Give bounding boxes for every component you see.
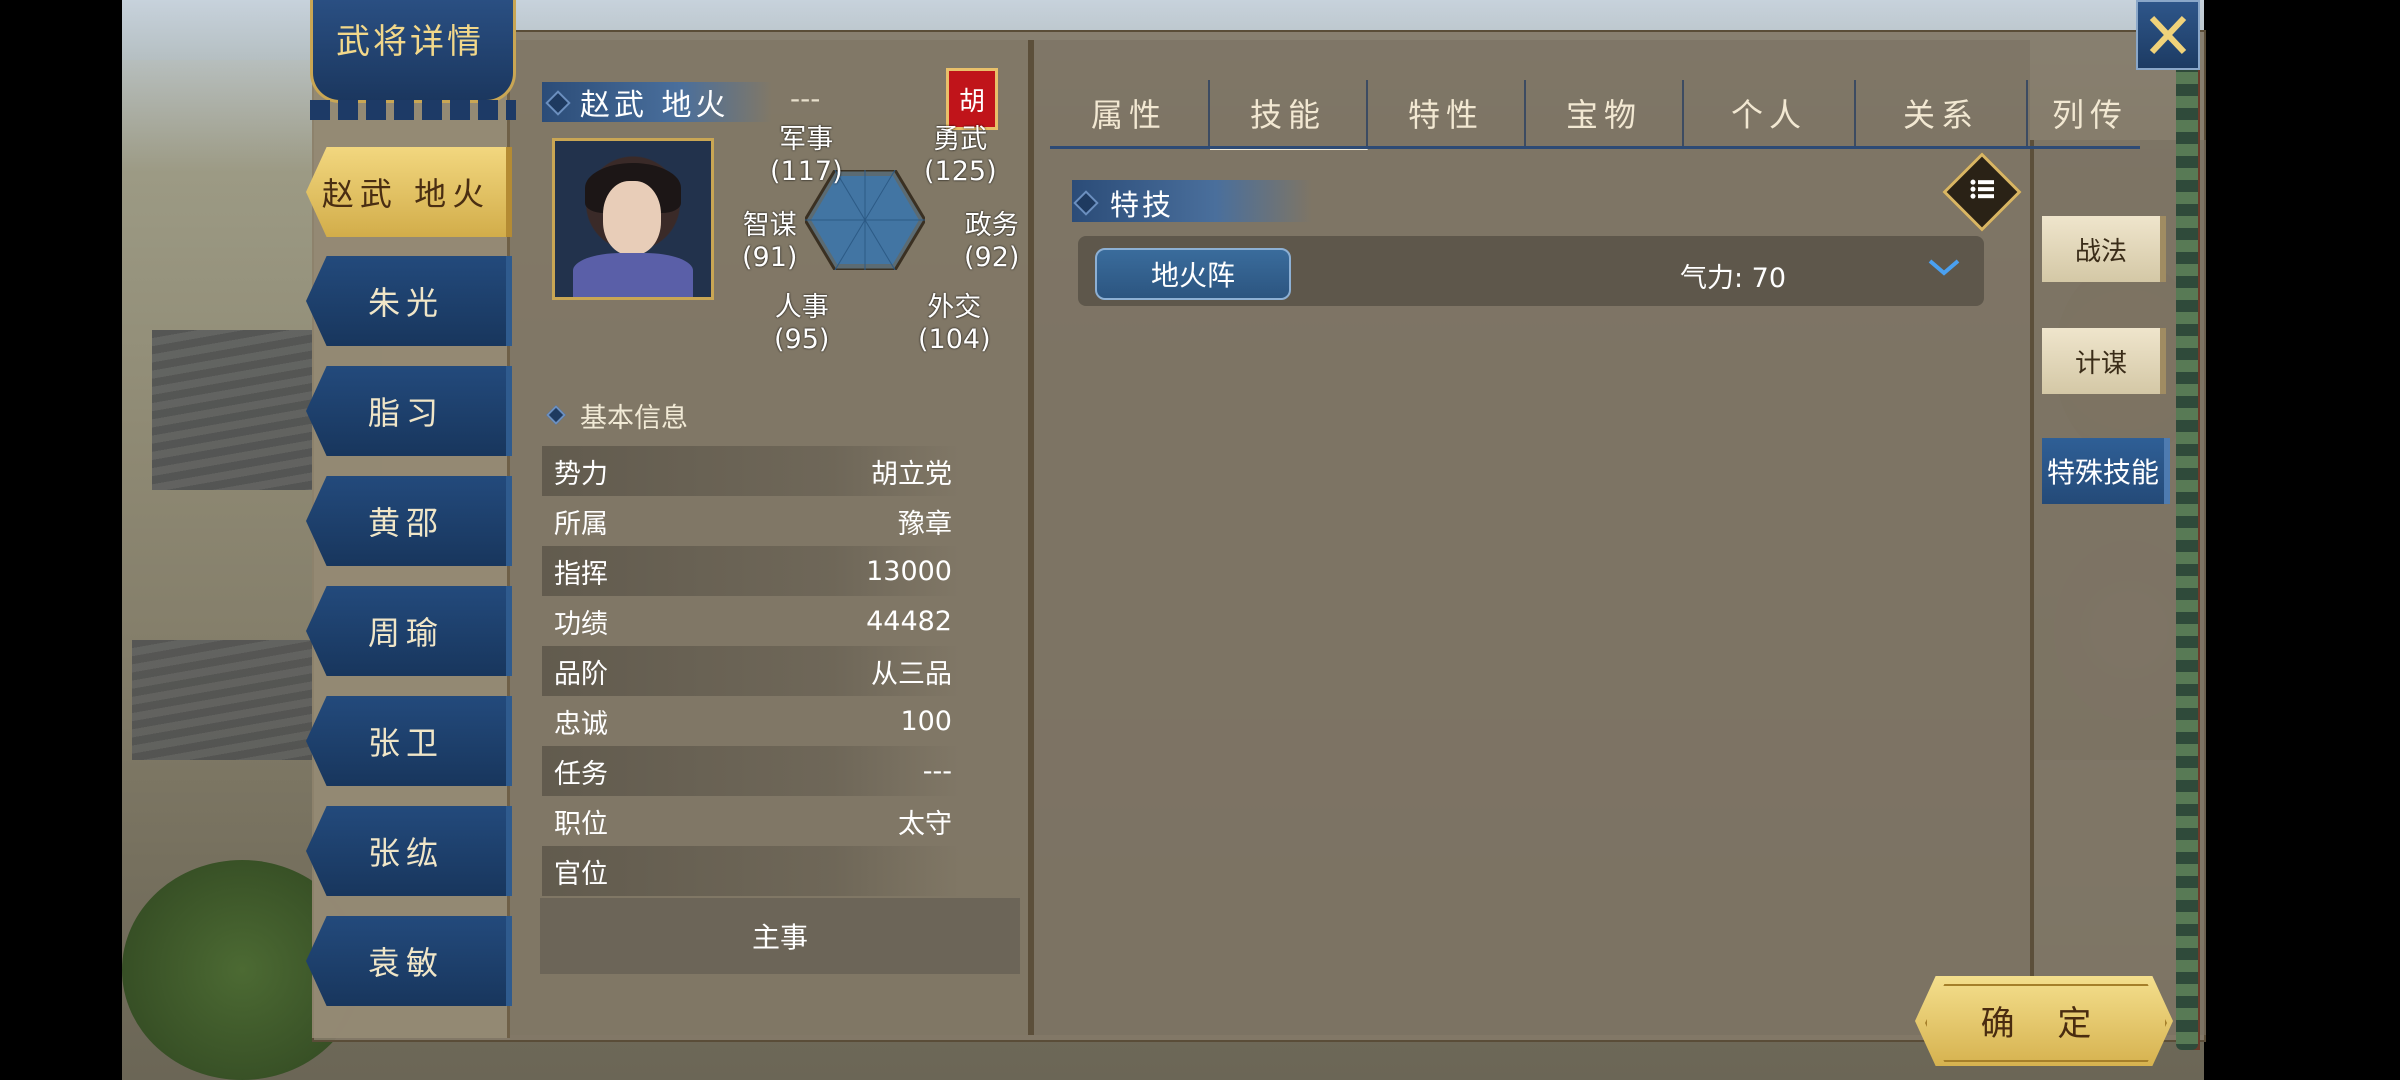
stat-intellect-label: 智谋 — [742, 210, 797, 241]
special-skills-title: 特技 — [1110, 188, 1175, 222]
stat-intellect-value: (91) — [742, 242, 798, 273]
info-value: 豫章 — [898, 508, 952, 540]
officer-list-item-5[interactable]: 张卫 — [306, 696, 512, 786]
stat-valor: 勇武 (125) — [924, 124, 997, 188]
confirm-button[interactable]: 确 定 — [1915, 976, 2173, 1066]
stat-valor-label: 勇武 — [933, 124, 988, 155]
info-row: 忠诚 100 — [542, 696, 960, 746]
tabs-underline — [1050, 146, 2140, 149]
tab-skills[interactable]: 技能 — [1210, 80, 1368, 150]
stat-diplomacy-value: (104) — [918, 324, 991, 355]
faction-seal-icon: 胡 — [946, 68, 998, 130]
officer-name: 赵武 地火 — [580, 88, 730, 123]
banner-fringe — [310, 100, 516, 120]
officer-list-item-0[interactable]: 赵武 地火 — [306, 147, 512, 237]
officer-list-item-7[interactable]: 袁敏 — [306, 916, 512, 1006]
tab-biography[interactable]: 列传 — [2028, 80, 2152, 146]
stat-valor-value: (125) — [924, 156, 997, 187]
info-value: 从三品 — [871, 658, 952, 690]
detail-tabs: 属性 技能 特性 宝物 个人 关系 列传 — [1050, 80, 2140, 150]
window-title: 武将详情 — [336, 22, 484, 62]
tab-personal[interactable]: 个人 — [1684, 80, 1856, 146]
info-label: 品阶 — [554, 658, 608, 690]
info-label: 所属 — [554, 508, 608, 540]
stat-diplomacy-label: 外交 — [927, 292, 982, 323]
close-button[interactable] — [2136, 0, 2200, 70]
tab-traits[interactable]: 特性 — [1368, 80, 1526, 146]
info-row: 任务 --- — [542, 746, 960, 796]
role-footer-button[interactable]: 主事 — [540, 898, 1020, 974]
info-row: 势力 胡立党 — [542, 446, 960, 496]
basic-info-table: 势力 胡立党 所属 豫章 指挥 13000 功绩 44482 品阶 从三品 忠诚 100 任… — [542, 446, 960, 896]
stat-intellect: 智谋 (91) — [742, 210, 797, 274]
scroll-rope — [2176, 60, 2198, 1050]
info-label: 职位 — [554, 808, 608, 840]
stat-personnel-label: 人事 — [774, 292, 829, 323]
stat-military: 军事 (117) — [770, 124, 843, 188]
info-label: 指挥 — [554, 558, 608, 590]
info-label: 任务 — [554, 758, 608, 790]
basic-info-heading: 基本信息 — [580, 403, 688, 434]
officer-list-item-3[interactable]: 黄邵 — [306, 476, 512, 566]
stat-personnel: 人事 (95) — [774, 292, 829, 356]
info-label: 官位 — [554, 858, 608, 890]
stat-military-label: 军事 — [779, 124, 834, 155]
portrait-robe — [573, 253, 693, 297]
tab-attributes[interactable]: 属性 — [1050, 80, 1210, 146]
list-menu-glyph — [1970, 179, 1994, 199]
window-title-banner: 武将详情 — [302, 0, 518, 125]
stat-politics: 政务 (92) — [964, 210, 1019, 274]
info-value: --- — [922, 755, 952, 787]
info-label: 忠诚 — [554, 708, 608, 740]
chevron-down-icon[interactable] — [1926, 255, 1962, 279]
close-icon — [2149, 15, 2187, 55]
stat-politics-label: 政务 — [964, 210, 1019, 241]
confirm-button-label: 确 定 — [1980, 1004, 2108, 1044]
skill-cost: 气力: 70 — [1680, 263, 1787, 294]
info-label: 势力 — [554, 458, 608, 490]
info-label: 功绩 — [554, 608, 608, 640]
info-value: 44482 — [866, 605, 952, 637]
tab-treasures[interactable]: 宝物 — [1526, 80, 1684, 146]
info-value: 13000 — [866, 555, 952, 587]
info-row: 职位 太守 — [542, 796, 960, 846]
stat-military-value: (117) — [770, 156, 843, 187]
side-tab-tactics[interactable]: 战法 — [2042, 216, 2166, 282]
stat-politics-value: (92) — [964, 242, 1020, 273]
portrait-face — [603, 181, 661, 255]
stat-personnel-value: (95) — [774, 324, 830, 355]
officer-list-item-2[interactable]: 脂习 — [306, 366, 512, 456]
officer-list-item-1[interactable]: 朱光 — [306, 256, 512, 346]
skill-name-button[interactable]: 地火阵 — [1095, 248, 1291, 300]
officer-portrait[interactable] — [552, 138, 714, 300]
info-value: 100 — [900, 705, 952, 737]
info-row: 品阶 从三品 — [542, 646, 960, 696]
info-value: 太守 — [898, 808, 952, 840]
info-row: 官位 — [542, 846, 960, 896]
special-skills-header — [1072, 180, 1312, 222]
stat-diplomacy: 外交 (104) — [918, 292, 991, 356]
officer-list-item-4[interactable]: 周瑜 — [306, 586, 512, 676]
side-tab-special-skills[interactable]: 特殊技能 — [2042, 438, 2170, 504]
side-tab-strategies[interactable]: 计谋 — [2042, 328, 2166, 394]
info-value: 胡立党 — [871, 458, 952, 490]
info-row: 功绩 44482 — [542, 596, 960, 646]
info-row: 所属 豫章 — [542, 496, 960, 546]
info-row: 指挥 13000 — [542, 546, 960, 596]
tab-relations[interactable]: 关系 — [1856, 80, 2028, 146]
officer-list-item-6[interactable]: 张纮 — [306, 806, 512, 896]
officer-title-value: --- — [790, 82, 821, 115]
